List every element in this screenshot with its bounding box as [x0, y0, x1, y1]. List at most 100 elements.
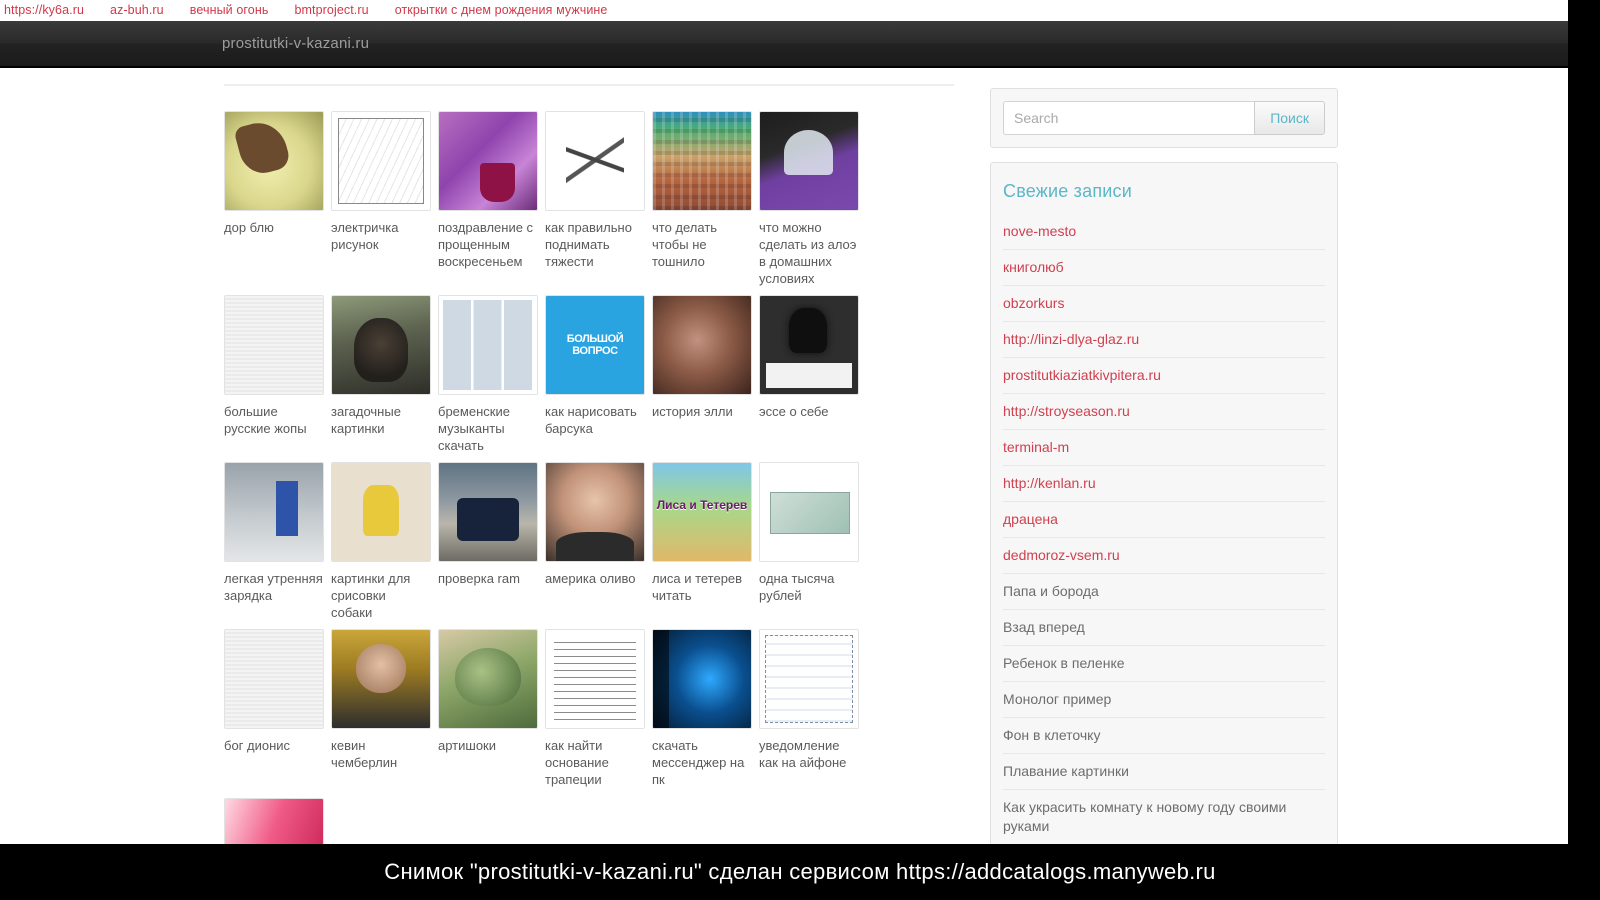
thumbnail-image[interactable] — [224, 111, 324, 211]
thumbnail-cell: скачать мессенджер на пк — [652, 629, 759, 788]
thumbnail-cell — [224, 798, 331, 844]
recent-post-item: obzorkurs — [1003, 286, 1325, 322]
partner-link-0[interactable]: https://ky6a.ru — [4, 0, 84, 21]
recent-post-link[interactable]: obzorkurs — [1003, 294, 1325, 313]
thumbnail-image[interactable] — [759, 295, 859, 395]
face-icon — [546, 463, 644, 561]
recent-post-link[interactable]: terminal-m — [1003, 438, 1325, 457]
thumbnail-image[interactable] — [759, 629, 859, 729]
recent-post-link[interactable]: Монолог пример — [1003, 690, 1325, 709]
thumbnail-image[interactable] — [759, 111, 859, 211]
thumbnail-caption-link[interactable]: эссе о себе — [759, 403, 866, 420]
recent-post-link[interactable]: драцена — [1003, 510, 1325, 529]
thumbnail-caption-link[interactable]: как найти основание трапеции — [545, 737, 652, 788]
thumbnail-caption-link[interactable]: кевин чемберлин — [331, 737, 438, 771]
thumbnail-image[interactable] — [652, 111, 752, 211]
thumbnail-image[interactable] — [224, 629, 324, 729]
thumbnail-cell: эссе о себе — [759, 295, 866, 420]
wolf-icon — [332, 296, 430, 394]
thumbnail-caption-link[interactable]: загадочные картинки — [331, 403, 438, 437]
thumbnail-caption-link[interactable]: америка оливо — [545, 570, 652, 587]
thumbnail-image[interactable] — [331, 295, 431, 395]
recent-post-link[interactable]: http://kenlan.ru — [1003, 474, 1325, 493]
thumbnail-image[interactable] — [331, 629, 431, 729]
thumbnail-caption-link[interactable]: лиса и тетерев читать — [652, 570, 759, 604]
thumbnail-row: большие русские жопы загадочные картинки б… — [224, 295, 954, 454]
recent-post-link[interactable]: Как украсить комнату к новому году своим… — [1003, 798, 1325, 836]
thumbnail-caption-link[interactable]: что можно сделать из алоэ в домашних усл… — [759, 219, 866, 287]
search-submit-button[interactable]: Поиск — [1254, 101, 1325, 135]
partner-link-3[interactable]: bmtproject.ru — [294, 0, 368, 21]
lilac-icon — [439, 112, 537, 210]
recent-post-link[interactable]: dedmoroz-vsem.ru — [1003, 546, 1325, 565]
thumbnail-caption-link[interactable]: бременские музыканты скачать — [438, 403, 545, 454]
thumbnail-cell: что делать чтобы не тошнило — [652, 111, 759, 270]
thumbnail-image[interactable] — [545, 111, 645, 211]
recent-post-link[interactable]: http://linzi-dlya-glaz.ru — [1003, 330, 1325, 349]
thumbnail-caption-link[interactable]: бог дионис — [224, 737, 331, 754]
thumbnail-image[interactable] — [652, 295, 752, 395]
thumbnail-image[interactable] — [438, 462, 538, 562]
thumbnail-row: бог дионис кевин чемберлин артишоки как най… — [224, 629, 954, 788]
recent-post-item: Плавание картинки — [1003, 754, 1325, 790]
thumbnail-image[interactable] — [545, 462, 645, 562]
service-watermark: Снимок "prostitutki-v-kazani.ru" сделан … — [0, 844, 1600, 900]
esse-caption-strip — [765, 362, 853, 389]
lisa-icon — [653, 463, 751, 561]
recent-post-link[interactable]: Ребенок в пеленке — [1003, 654, 1325, 673]
thumbnail-caption-link[interactable]: картинки для срисовки собаки — [331, 570, 438, 621]
thumbnail-caption-link[interactable]: как правильно поднимать тяжести — [545, 219, 652, 270]
sidebar: Поиск Свежие записи nove-mesto книголюб ob… — [990, 88, 1338, 844]
content-divider — [224, 84, 954, 86]
thumbnail-image[interactable] — [331, 462, 431, 562]
recent-post-item: http://linzi-dlya-glaz.ru — [1003, 322, 1325, 358]
recent-posts-widget: Свежие записи nove-mesto книголюб obzorkur… — [990, 162, 1338, 844]
thumbnail-caption-link[interactable]: проверка ram — [438, 570, 545, 587]
thumbnail-image[interactable] — [545, 629, 645, 729]
thumbnail-caption-link[interactable]: электричка рисунок — [331, 219, 438, 253]
partner-link-1[interactable]: az-buh.ru — [110, 0, 164, 21]
thumbnail-caption-link[interactable]: что делать чтобы не тошнило — [652, 219, 759, 270]
thumbnail-image[interactable] — [331, 111, 431, 211]
recent-post-link[interactable]: Плавание картинки — [1003, 762, 1325, 781]
thumbnail-image[interactable] — [438, 295, 538, 395]
thumbnail-cell: уведомление как на айфоне — [759, 629, 866, 771]
thumbnail-caption-link[interactable]: поздравление с прощенным воскресеньем — [438, 219, 545, 270]
thumbnail-image[interactable] — [438, 629, 538, 729]
recent-post-link[interactable]: Папа и борода — [1003, 582, 1325, 601]
thumbnail-image[interactable] — [652, 629, 752, 729]
recent-post-link[interactable]: Взад вперед — [1003, 618, 1325, 637]
thumbnail-caption-link[interactable]: как нарисовать барсука — [545, 403, 652, 437]
thumbnail-image[interactable] — [224, 462, 324, 562]
thumbnail-image[interactable] — [545, 295, 645, 395]
cream-icon — [225, 112, 323, 210]
thumbnail-image[interactable] — [224, 295, 324, 395]
thumbnail-caption-link[interactable]: одна тысяча рублей — [759, 570, 866, 604]
search-input[interactable] — [1003, 101, 1255, 135]
thumbnail-caption-link[interactable]: легкая утренняя зарядка — [224, 570, 331, 604]
recent-post-link[interactable]: nove-mesto — [1003, 222, 1325, 241]
thumbnail-caption-link[interactable]: большие русские жопы — [224, 403, 331, 437]
thumbnail-caption-link[interactable]: уведомление как на айфоне — [759, 737, 866, 771]
thumbnail-caption-link[interactable]: история элли — [652, 403, 759, 420]
recent-post-link[interactable]: prostitutkiaziatkivpitera.ru — [1003, 366, 1325, 385]
thumbnail-image[interactable] — [438, 111, 538, 211]
partner-link-2[interactable]: вечный огонь — [190, 0, 269, 21]
thumbnail-image[interactable] — [759, 462, 859, 562]
roses-icon — [225, 799, 323, 844]
thumbnail-caption-link[interactable]: артишоки — [438, 737, 545, 754]
thumbnail-caption-link[interactable]: дор блю — [224, 219, 331, 236]
recent-post-link[interactable]: http://stroyseason.ru — [1003, 402, 1325, 421]
site-brand-link[interactable]: prostitutki-v-kazani.ru — [222, 35, 369, 52]
thumbnail-cell: лиса и тетерев читать — [652, 462, 759, 604]
recent-post-item: Фон в клеточку — [1003, 718, 1325, 754]
recent-post-link[interactable]: Фон в клеточку — [1003, 726, 1325, 745]
recent-post-link[interactable]: книголюб — [1003, 258, 1325, 277]
thumbnail-image[interactable] — [224, 798, 324, 844]
strip-icon — [439, 296, 537, 394]
partner-link-4[interactable]: открытки с днем рождения мужчине — [395, 0, 608, 21]
thumbnail-cell: как правильно поднимать тяжести — [545, 111, 652, 270]
thumbnail-caption-link[interactable]: скачать мессенджер на пк — [652, 737, 759, 788]
thumbnail-cell: как найти основание трапеции — [545, 629, 652, 788]
thumbnail-image[interactable] — [652, 462, 752, 562]
